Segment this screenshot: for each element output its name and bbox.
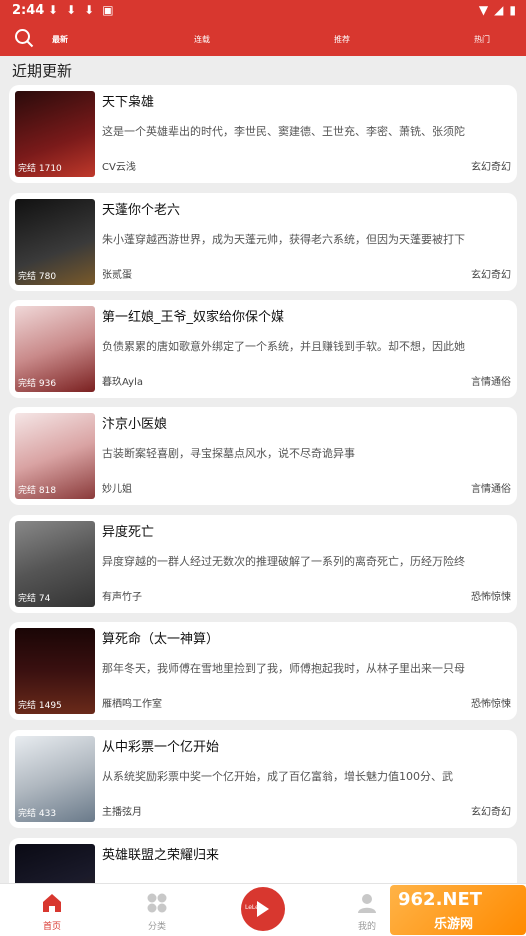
book-title: 天下枭雄 [102, 95, 155, 110]
book-description: 异度穿越的一群人经过无数次的推理破解了一系列的离奇死亡，历经万险终 [102, 555, 465, 568]
book-cover: 完结 74 [15, 521, 95, 607]
signal-icon: ◢ [494, 3, 504, 17]
book-description: 古装断案轻喜剧，寻宝探墓点风水，说不尽奇诡异事 [102, 447, 355, 460]
bottom-nav-label: 我的 [357, 922, 376, 932]
home-icon [43, 894, 61, 912]
book-genre: 玄幻奇幻 [471, 162, 511, 173]
book-genre: 言情通俗 [471, 484, 511, 495]
book-title: 汴京小医娘 [102, 417, 168, 432]
book-title: 算死命（太一神算） [102, 632, 220, 647]
status-badge: 完结 433 [18, 809, 57, 819]
book-description: 朱小蓬穿越西游世界，成为天蓬元帅，获得老六系统，但因为天蓬要被打下 [102, 233, 465, 246]
book-author: CV云浅 [102, 162, 136, 173]
app-notification-icon: ▣ [102, 3, 114, 17]
book-cover: 完结 433 [15, 736, 95, 822]
search-icon[interactable] [14, 28, 34, 48]
book-genre: 玄幻奇幻 [471, 270, 511, 281]
book-author: 妙儿姐 [102, 484, 132, 495]
download-icon: ⬇ [48, 3, 59, 17]
book-cover: 完结 936 [15, 306, 95, 392]
wifi-icon: ▼ [478, 3, 489, 17]
notification-icons: ⬇ ⬇ ⬇ ▣ [48, 3, 114, 17]
book-genre: 恐怖惊悚 [471, 699, 511, 710]
status-bar: 2:44 ⬇ ⬇ ⬇ ▣ ▼ ◢ ▮ [0, 0, 526, 22]
play-icon [257, 901, 269, 917]
bottom-nav-label: 首页 [42, 922, 61, 932]
grid-icon [147, 893, 167, 913]
book-cover: 完结 1495 [15, 628, 95, 714]
player-button[interactable]: LeLea... [241, 887, 285, 931]
bottom-nav-home[interactable]: 首页 [22, 892, 82, 932]
book-description: 那年冬天，我师傅在雪地里捡到了我，师傅抱起我时，从林子里出来一只母 [102, 662, 465, 675]
bottom-nav-label: 分类 [147, 922, 166, 932]
book-author: 张贰蛋 [102, 270, 132, 281]
bottom-nav-mine[interactable]: 我的 [337, 892, 397, 932]
watermark-name: 乐游网 [434, 917, 474, 932]
tab-serializing[interactable]: 连载 [194, 34, 210, 45]
top-bar: 2:44 ⬇ ⬇ ⬇ ▣ ▼ ◢ ▮ 最新 连载 推荐 热门 [0, 0, 526, 56]
battery-icon: ▮ [509, 3, 516, 17]
section-title: 近期更新 [12, 62, 73, 80]
book-description: 负债累累的唐如歌意外绑定了一个系统，并且赚钱到手软。却不想，因此她 [102, 340, 465, 353]
book-author: 有声竹子 [102, 592, 142, 603]
status-badge: 完结 780 [18, 272, 57, 282]
user-icon [358, 894, 376, 913]
book-description: 这是一个英雄辈出的时代，李世民、窦建德、王世充、李密、萧铣、张须陀 [102, 125, 465, 138]
book-card[interactable]: 完结 433 从中彩票一个亿开始 从系统奖励彩票中奖一个亿开始，成了百亿富翁，增… [9, 730, 517, 828]
download-icon: ⬇ [84, 3, 95, 17]
book-card[interactable]: 完结 818 汴京小医娘 古装断案轻喜剧，寻宝探墓点风水，说不尽奇诡异事 妙儿姐… [9, 407, 517, 505]
book-title: 英雄联盟之荣耀归来 [102, 848, 220, 863]
book-genre: 言情通俗 [471, 377, 511, 388]
status-time: 2:44 [12, 3, 45, 18]
status-badge: 完结 1495 [18, 701, 62, 711]
book-card[interactable]: 完结 74 异度死亡 异度穿越的一群人经过无数次的推理破解了一系列的离奇死亡，历… [9, 515, 517, 613]
watermark-domain: 962.NET [398, 889, 483, 910]
top-nav: 最新 连载 推荐 热门 [0, 25, 526, 53]
tab-recommended[interactable]: 推荐 [334, 34, 350, 45]
status-badge: 完结 936 [18, 379, 57, 389]
book-card[interactable]: 完结 1495 算死命（太一神算） 那年冬天，我师傅在雪地里捡到了我，师傅抱起我… [9, 622, 517, 720]
book-cover: 完结 1710 [15, 91, 95, 177]
book-author: 雁栖鸣工作室 [102, 699, 162, 710]
book-title: 从中彩票一个亿开始 [102, 740, 220, 755]
book-title: 异度死亡 [102, 525, 155, 540]
book-title: 第一红娘_王爷_奴家给你保个媒 [102, 310, 285, 325]
status-badge: 完结 74 [18, 594, 51, 604]
book-card[interactable]: 完结 1710 天下枭雄 这是一个英雄辈出的时代，李世民、窦建德、王世充、李密、… [9, 85, 517, 183]
system-icons: ▼ ◢ ▮ [479, 3, 516, 17]
book-cover: 完结 780 [15, 199, 95, 285]
status-badge: 完结 818 [18, 486, 57, 496]
download-icon: ⬇ [66, 3, 77, 17]
book-cover: 完结 818 [15, 413, 95, 499]
status-badge: 完结 1710 [18, 164, 62, 174]
tab-latest[interactable]: 最新 [52, 34, 68, 45]
book-title: 天蓬你个老六 [102, 203, 181, 218]
book-author: 主播弦月 [102, 807, 142, 818]
book-description: 从系统奖励彩票中奖一个亿开始，成了百亿富翁，增长魅力值100分、武 [102, 770, 453, 783]
book-genre: 恐怖惊悚 [471, 592, 511, 603]
bottom-nav-category[interactable]: 分类 [127, 892, 187, 932]
site-watermark: 962.NET 乐游网 [390, 885, 526, 935]
tab-popular[interactable]: 热门 [474, 34, 490, 45]
book-card[interactable]: 完结 936 第一红娘_王爷_奴家给你保个媒 负债累累的唐如歌意外绑定了一个系统… [9, 300, 517, 398]
book-author: 暮玖Ayla [102, 377, 143, 388]
book-genre: 玄幻奇幻 [471, 807, 511, 818]
book-card[interactable]: 完结 780 天蓬你个老六 朱小蓬穿越西游世界，成为天蓬元帅，获得老六系统，但因… [9, 193, 517, 291]
